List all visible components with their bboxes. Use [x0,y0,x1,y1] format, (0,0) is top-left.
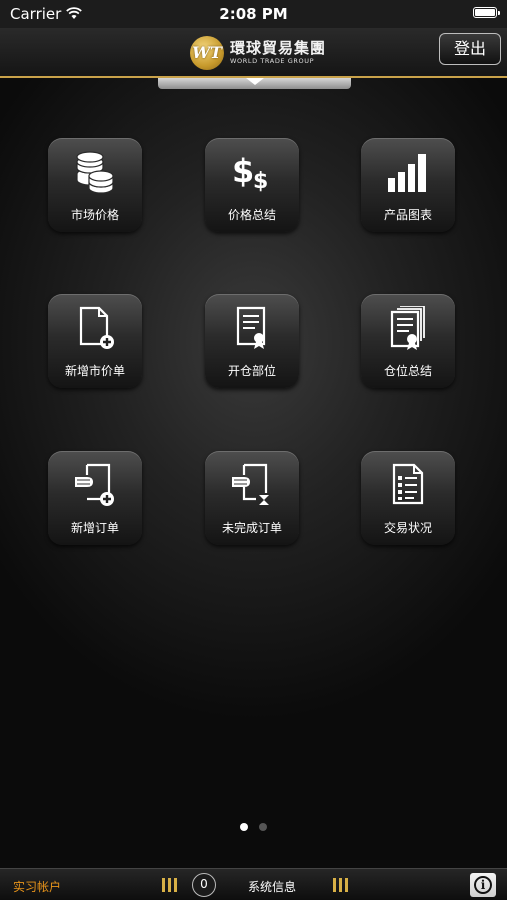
tile-price-summary[interactable]: $ $ 价格总结 [205,138,299,232]
info-button[interactable]: i [470,873,496,897]
page-dot[interactable] [259,823,267,831]
tile-label: 新增订单 [70,521,119,535]
hand-document-plus-icon [75,463,114,506]
tile-position-summary[interactable]: 仓位总结 [361,294,455,388]
tile-new-market-order[interactable]: 新增市价单 [48,294,142,388]
tile-trade-status[interactable]: 交易状况 [361,451,455,545]
tile-label: 交易状况 [383,521,432,535]
battery-icon [473,7,500,18]
page-dot-active[interactable] [240,823,248,831]
bottom-bar: 实习帐户 0 系统信息 i [0,868,507,900]
svg-text:$: $ [253,169,268,194]
clock: 2:08 PM [219,5,288,23]
tile-label: 仓位总结 [383,364,432,378]
dollar-signs-icon: $ $ [232,152,268,194]
logo-name-cn: 環球貿易集團 [230,39,327,57]
system-info-button[interactable]: 系统信息 [248,878,296,895]
tile-new-order[interactable]: 新增订单 [48,451,142,545]
pull-down-tab[interactable] [158,78,351,89]
signal-bars-icon [162,878,178,892]
info-icon: i [474,876,492,894]
logo-letters: WT [192,43,222,62]
account-type-label: 实习帐户 [13,880,62,894]
tile-label: 未完成订单 [221,521,282,535]
company-logo: WT 環球貿易集團 WORLD TRADE GROUP [190,35,330,71]
coins-icon [76,151,114,194]
logo-name-en: WORLD TRADE GROUP [230,57,315,65]
new-document-plus-icon [79,306,114,349]
checklist-icon [392,463,424,505]
tile-product-chart[interactable]: 产品图表 [361,138,455,232]
signal-bars-icon [333,878,349,892]
certificate-document-icon [236,306,266,349]
tile-label: 产品图表 [383,208,432,222]
logout-button[interactable]: 登出 [439,33,501,65]
message-count-badge[interactable]: 0 [192,873,216,897]
tile-label: 市场价格 [70,208,119,222]
status-bar: Carrier 2:08 PM [0,0,507,28]
chevron-down-icon [245,78,264,85]
app-screen: Carrier 2:08 PM WT 環球貿易集團 WORLD TRADE GR… [0,0,507,900]
svg-text:$: $ [232,152,254,190]
hand-document-hourglass-icon [232,463,269,505]
tile-label: 价格总结 [227,208,276,222]
bar-chart-icon [388,154,426,192]
tile-market-price[interactable]: 市场价格 [48,138,142,232]
app-header: WT 環球貿易集團 WORLD TRADE GROUP 登出 [0,28,507,78]
tile-open-positions[interactable]: 开仓部位 [205,294,299,388]
tile-pending-orders[interactable]: 未完成订单 [205,451,299,545]
stacked-certificates-icon [390,306,425,350]
tile-label: 新增市价单 [64,364,125,378]
tile-label: 开仓部位 [227,364,276,378]
